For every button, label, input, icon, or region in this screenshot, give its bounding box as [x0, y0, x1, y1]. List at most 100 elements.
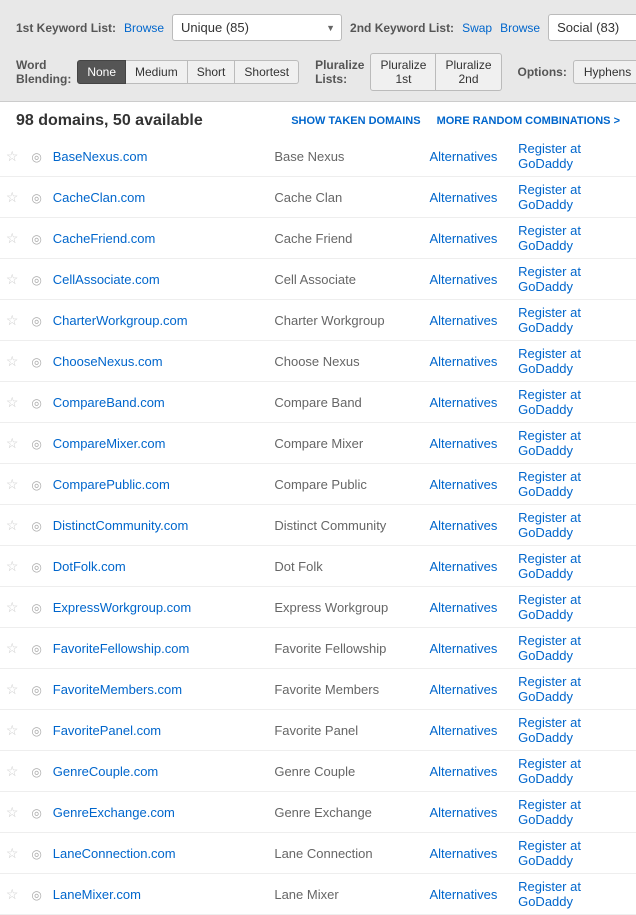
star-icon[interactable]: ☆: [6, 230, 19, 246]
play-icon[interactable]: ◎: [31, 355, 41, 369]
star-icon[interactable]: ☆: [6, 681, 19, 697]
alternatives-link[interactable]: Alternatives: [429, 231, 497, 246]
star-icon[interactable]: ☆: [6, 640, 19, 656]
domain-link[interactable]: FavoritePanel.com: [53, 723, 161, 738]
register-link[interactable]: Register at GoDaddy: [518, 346, 581, 376]
register-link[interactable]: Register at GoDaddy: [518, 305, 581, 335]
play-icon[interactable]: ◎: [31, 765, 41, 779]
star-icon[interactable]: ☆: [6, 353, 19, 369]
domain-link[interactable]: FavoriteMembers.com: [53, 682, 182, 697]
alternatives-link[interactable]: Alternatives: [429, 764, 497, 779]
register-link[interactable]: Register at GoDaddy: [518, 551, 581, 581]
play-icon[interactable]: ◎: [31, 601, 41, 615]
show-taken-link[interactable]: SHOW TAKEN DOMAINS: [291, 115, 420, 127]
domain-link[interactable]: CharterWorkgroup.com: [53, 313, 188, 328]
play-icon[interactable]: ◎: [31, 519, 41, 533]
alternatives-link[interactable]: Alternatives: [429, 600, 497, 615]
domain-link[interactable]: CompareBand.com: [53, 395, 165, 410]
alternatives-link[interactable]: Alternatives: [429, 272, 497, 287]
star-icon[interactable]: ☆: [6, 312, 19, 328]
alternatives-link[interactable]: Alternatives: [429, 518, 497, 533]
register-link[interactable]: Register at GoDaddy: [518, 182, 581, 212]
play-icon[interactable]: ◎: [31, 191, 41, 205]
alternatives-link[interactable]: Alternatives: [429, 149, 497, 164]
star-icon[interactable]: ☆: [6, 394, 19, 410]
alternatives-link[interactable]: Alternatives: [429, 723, 497, 738]
hyphens-button[interactable]: Hyphens: [573, 60, 636, 84]
play-icon[interactable]: ◎: [31, 683, 41, 697]
star-icon[interactable]: ☆: [6, 804, 19, 820]
domain-link[interactable]: ChooseNexus.com: [53, 354, 163, 369]
play-icon[interactable]: ◎: [31, 806, 41, 820]
register-link[interactable]: Register at GoDaddy: [518, 510, 581, 540]
register-link[interactable]: Register at GoDaddy: [518, 223, 581, 253]
blending-short-button[interactable]: Short: [188, 60, 236, 84]
register-link[interactable]: Register at GoDaddy: [518, 469, 581, 499]
keyword2-swap-link[interactable]: Swap: [462, 21, 492, 35]
star-icon[interactable]: ☆: [6, 148, 19, 164]
alternatives-link[interactable]: Alternatives: [429, 313, 497, 328]
play-icon[interactable]: ◎: [31, 396, 41, 410]
alternatives-link[interactable]: Alternatives: [429, 805, 497, 820]
domain-link[interactable]: FavoriteFellowship.com: [53, 641, 190, 656]
register-link[interactable]: Register at GoDaddy: [518, 838, 581, 868]
register-link[interactable]: Register at GoDaddy: [518, 879, 581, 909]
alternatives-link[interactable]: Alternatives: [429, 846, 497, 861]
star-icon[interactable]: ☆: [6, 845, 19, 861]
domain-link[interactable]: CacheFriend.com: [53, 231, 156, 246]
alternatives-link[interactable]: Alternatives: [429, 436, 497, 451]
more-random-link[interactable]: MORE RANDOM COMBINATIONS >: [437, 115, 620, 127]
play-icon[interactable]: ◎: [31, 437, 41, 451]
domain-link[interactable]: LaneConnection.com: [53, 846, 176, 861]
alternatives-link[interactable]: Alternatives: [429, 682, 497, 697]
domain-link[interactable]: BaseNexus.com: [53, 149, 148, 164]
domain-link[interactable]: DistinctCommunity.com: [53, 518, 189, 533]
alternatives-link[interactable]: Alternatives: [429, 887, 497, 902]
keyword1-select[interactable]: Unique (85): [172, 14, 342, 41]
star-icon[interactable]: ☆: [6, 886, 19, 902]
alternatives-link[interactable]: Alternatives: [429, 354, 497, 369]
keyword2-select[interactable]: Social (83): [548, 14, 636, 41]
register-link[interactable]: Register at GoDaddy: [518, 715, 581, 745]
register-link[interactable]: Register at GoDaddy: [518, 592, 581, 622]
star-icon[interactable]: ☆: [6, 763, 19, 779]
register-link[interactable]: Register at GoDaddy: [518, 797, 581, 827]
play-icon[interactable]: ◎: [31, 314, 41, 328]
register-link[interactable]: Register at GoDaddy: [518, 633, 581, 663]
domain-link[interactable]: CellAssociate.com: [53, 272, 160, 287]
register-link[interactable]: Register at GoDaddy: [518, 387, 581, 417]
play-icon[interactable]: ◎: [31, 560, 41, 574]
play-icon[interactable]: ◎: [31, 232, 41, 246]
keyword2-browse-link[interactable]: Browse: [500, 21, 540, 35]
star-icon[interactable]: ☆: [6, 189, 19, 205]
play-icon[interactable]: ◎: [31, 150, 41, 164]
star-icon[interactable]: ☆: [6, 558, 19, 574]
domain-link[interactable]: LaneMixer.com: [53, 887, 141, 902]
star-icon[interactable]: ☆: [6, 517, 19, 533]
play-icon[interactable]: ◎: [31, 888, 41, 902]
domain-link[interactable]: DotFolk.com: [53, 559, 126, 574]
register-link[interactable]: Register at GoDaddy: [518, 141, 581, 171]
register-link[interactable]: Register at GoDaddy: [518, 264, 581, 294]
play-icon[interactable]: ◎: [31, 847, 41, 861]
domain-link[interactable]: ExpressWorkgroup.com: [53, 600, 191, 615]
star-icon[interactable]: ☆: [6, 271, 19, 287]
blending-shortest-button[interactable]: Shortest: [235, 60, 299, 84]
domain-link[interactable]: GenreExchange.com: [53, 805, 175, 820]
alternatives-link[interactable]: Alternatives: [429, 559, 497, 574]
domain-link[interactable]: GenreCouple.com: [53, 764, 159, 779]
pluralize-2nd-button[interactable]: Pluralize 2nd: [436, 53, 501, 91]
register-link[interactable]: Register at GoDaddy: [518, 428, 581, 458]
alternatives-link[interactable]: Alternatives: [429, 641, 497, 656]
register-link[interactable]: Register at GoDaddy: [518, 674, 581, 704]
play-icon[interactable]: ◎: [31, 273, 41, 287]
star-icon[interactable]: ☆: [6, 476, 19, 492]
domain-link[interactable]: CacheClan.com: [53, 190, 146, 205]
domain-link[interactable]: ComparePublic.com: [53, 477, 170, 492]
play-icon[interactable]: ◎: [31, 724, 41, 738]
play-icon[interactable]: ◎: [31, 478, 41, 492]
blending-none-button[interactable]: None: [77, 60, 126, 84]
keyword1-browse-link[interactable]: Browse: [124, 21, 164, 35]
blending-medium-button[interactable]: Medium: [126, 60, 188, 84]
register-link[interactable]: Register at GoDaddy: [518, 756, 581, 786]
